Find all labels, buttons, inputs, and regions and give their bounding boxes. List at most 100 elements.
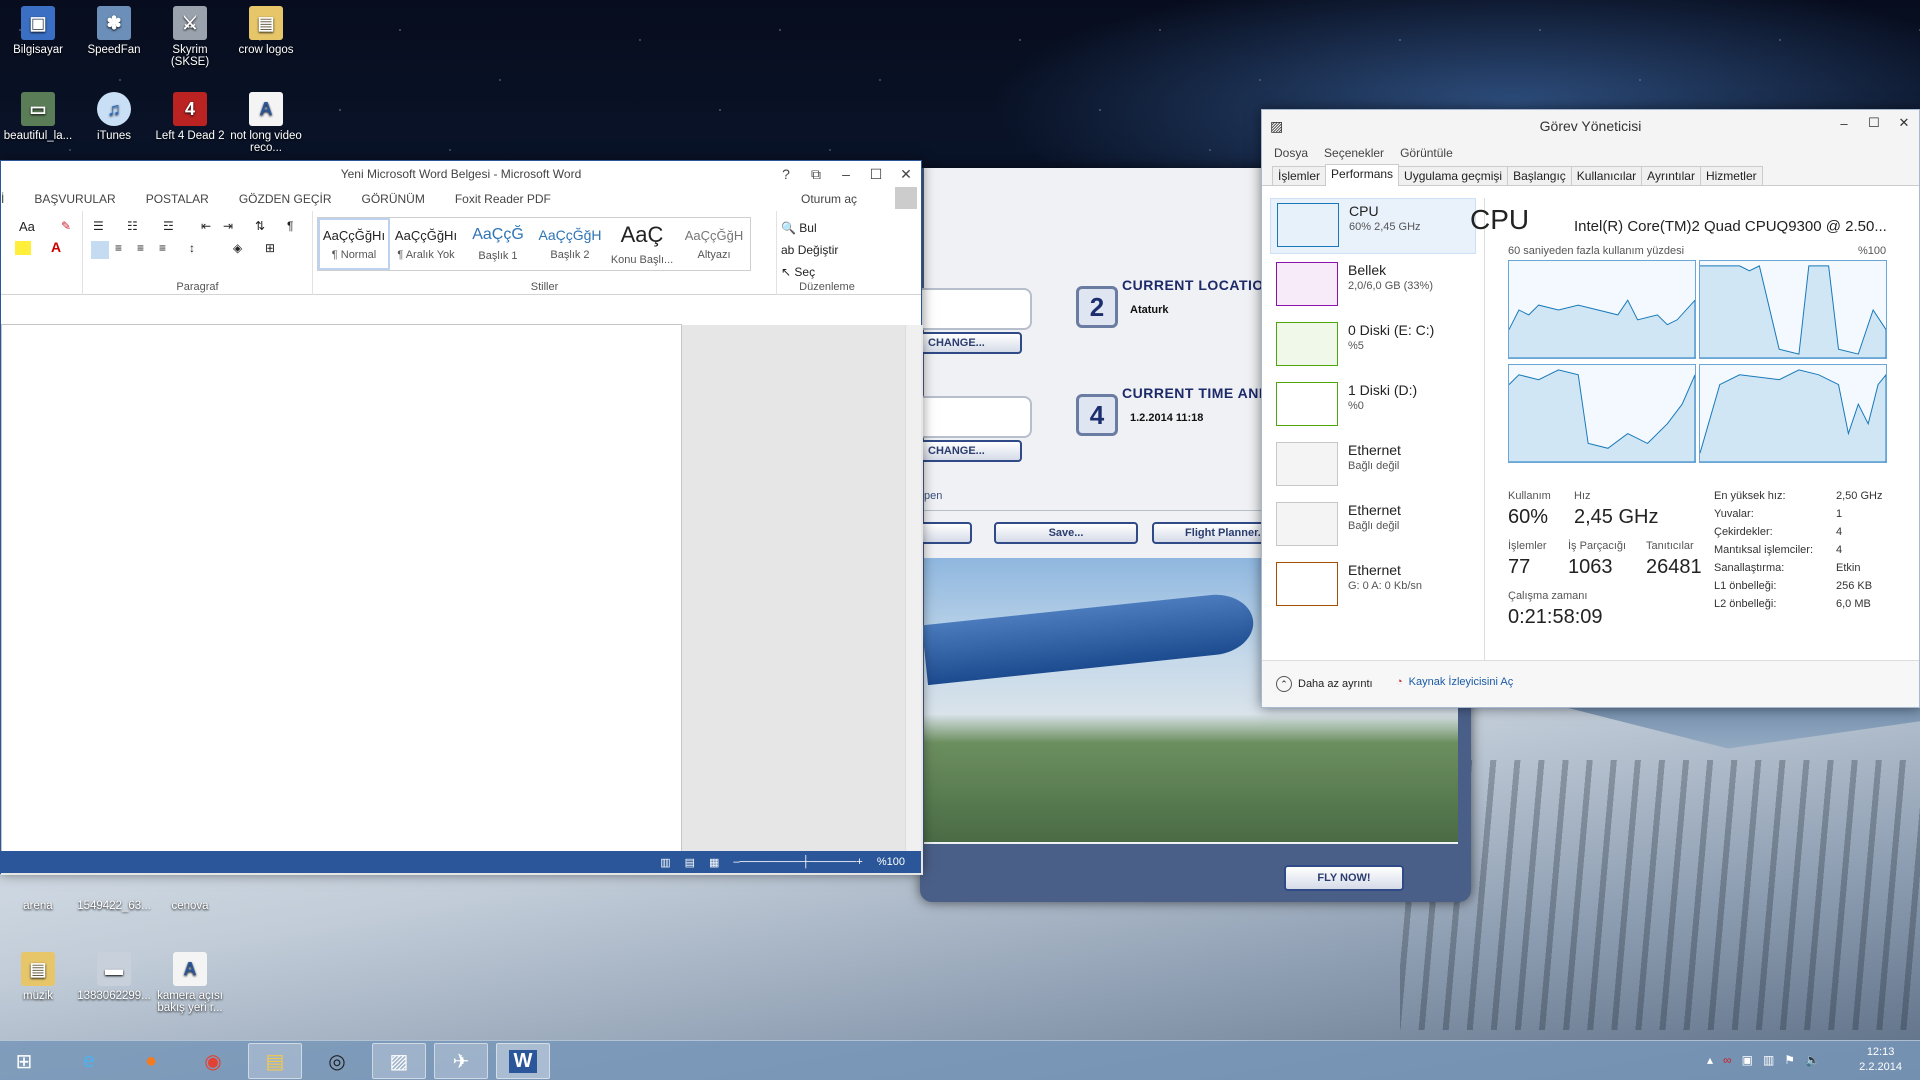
tab-startup[interactable]: Başlangıç xyxy=(1507,166,1572,185)
style-title[interactable]: AaÇ Konu Başlı... xyxy=(606,218,678,270)
clear-format-icon[interactable]: ✎ xyxy=(61,219,71,233)
taskbar-task-manager[interactable]: ▨ xyxy=(372,1043,426,1079)
select-button[interactable]: ↖ Seç xyxy=(781,261,907,283)
desktop-icon-video-doc[interactable]: Anot long video reco... xyxy=(228,92,304,154)
menu-file[interactable]: Dosya xyxy=(1274,146,1308,160)
bullets-icon[interactable]: ☰ xyxy=(93,219,104,233)
resource-disk-1[interactable]: 1 Diski (D:) %0 xyxy=(1270,378,1476,434)
desktop-icon-beautiful[interactable]: ▭ beautiful_la... xyxy=(0,92,76,142)
minimize-button[interactable]: – xyxy=(1829,110,1859,136)
help-button[interactable]: ? xyxy=(771,161,801,187)
flag-icon[interactable]: ⚑ xyxy=(1784,1053,1795,1067)
maximize-button[interactable]: ☐ xyxy=(1859,110,1889,136)
resource-cpu[interactable]: CPU 60% 2,45 GHz xyxy=(1270,198,1476,254)
tab-references[interactable]: BAŞVURULAR xyxy=(34,192,115,206)
fly-now-button[interactable]: FLY NOW! xyxy=(1284,865,1404,891)
taskbar-flight-simulator[interactable]: ✈ xyxy=(434,1043,488,1079)
taskbar-file-explorer[interactable]: ▤ xyxy=(248,1043,302,1079)
multilevel-list-icon[interactable]: ☲ xyxy=(163,219,174,233)
desktop-icon-image1383062299[interactable]: ▬ 1383062299... xyxy=(76,952,152,1002)
vertical-scrollbar[interactable] xyxy=(905,325,921,873)
tab-performance[interactable]: Performans xyxy=(1325,164,1400,186)
tray-app-icon[interactable]: ∞ xyxy=(1723,1053,1732,1067)
justify-icon[interactable]: ≡ xyxy=(159,241,166,255)
align-center-icon[interactable]: ≡ xyxy=(115,241,122,255)
avatar[interactable] xyxy=(895,187,917,209)
style-heading-1[interactable]: AaÇçĞ Başlık 1 xyxy=(462,218,534,270)
desktop-icon-skyrim[interactable]: ⚔ Skyrim (SKSE) xyxy=(152,6,228,68)
style-normal[interactable]: AaÇçĞğHı ¶ Normal xyxy=(318,218,390,270)
ribbon-display-icon[interactable]: ⧉ xyxy=(801,161,831,187)
tab-view[interactable]: GÖRÜNÜM xyxy=(362,192,425,206)
close-button[interactable]: ✕ xyxy=(891,161,921,187)
desktop-icon-itunes[interactable]: ♫ iTunes xyxy=(76,92,152,142)
line-spacing-icon[interactable]: ↕ xyxy=(189,241,195,255)
style-subtitle[interactable]: AaÇçĞğH Altyazı xyxy=(678,218,750,270)
tab-details[interactable]: Ayrıntılar xyxy=(1641,166,1701,185)
tab-partial[interactable]: İ xyxy=(1,192,4,206)
change-case-button[interactable]: Aa xyxy=(19,219,35,234)
change-button-1[interactable]: CHANGE... xyxy=(920,332,1022,354)
print-layout-icon[interactable]: ▤ xyxy=(685,856,695,869)
increase-indent-icon[interactable]: ⇥ xyxy=(223,219,233,233)
replace-button[interactable]: ab Değiştir xyxy=(781,239,907,261)
desktop-icon-computer[interactable]: ▣ Bilgisayar xyxy=(0,6,76,56)
pilcrow-icon[interactable]: ¶ xyxy=(287,219,293,233)
zoom-level[interactable]: %100 xyxy=(877,856,905,868)
resource-monitor-link[interactable]: ◔ Kaynak İzleyicisini Aç xyxy=(1396,676,1513,688)
volume-icon[interactable]: 🔈 xyxy=(1805,1053,1820,1067)
tab-mailings[interactable]: POSTALAR xyxy=(146,192,209,206)
taskbar-word[interactable]: W xyxy=(496,1043,550,1079)
minimize-button[interactable]: – xyxy=(831,161,861,187)
desktop-icon-crow-logos[interactable]: ▤ crow logos xyxy=(228,6,304,56)
numbering-icon[interactable]: ☷ xyxy=(127,219,138,233)
fewer-details-button[interactable]: ⌃ Daha az ayrıntı xyxy=(1276,676,1373,692)
desktop-icon-image1549422[interactable]: 1549422_63... xyxy=(76,900,152,912)
save-button[interactable]: Save... xyxy=(994,522,1138,544)
tab-review[interactable]: GÖZDEN GEÇİR xyxy=(239,192,332,206)
borders-icon[interactable]: ⊞ xyxy=(265,241,275,255)
change-button-2[interactable]: CHANGE... xyxy=(920,440,1022,462)
desktop-icon-speedfan[interactable]: ✽ SpeedFan xyxy=(76,6,152,56)
desktop-icon-kamera-doc[interactable]: Akamera açısı bakış yeri r... xyxy=(152,952,228,1014)
sort-icon[interactable]: ⇅ xyxy=(255,219,265,233)
desktop-icon-cenova[interactable]: cenova xyxy=(152,900,228,912)
tab-foxit[interactable]: Foxit Reader PDF xyxy=(455,192,551,206)
resource-disk-0[interactable]: 0 Diski (E: C:) %5 xyxy=(1270,318,1476,374)
close-button[interactable]: ✕ xyxy=(1889,110,1919,136)
tab-processes[interactable]: İşlemler xyxy=(1272,166,1327,185)
resource-memory[interactable]: Bellek 2,0/6,0 GB (33%) xyxy=(1270,258,1476,314)
taskbar-chrome[interactable]: ◉ xyxy=(186,1043,240,1079)
desktop-icon-muzik[interactable]: ▤ müzik xyxy=(0,952,76,1002)
find-button[interactable]: 🔍 Bul xyxy=(781,217,907,239)
shading-icon[interactable]: ◈ xyxy=(233,241,242,255)
desktop-icon-left4dead2[interactable]: 4 Left 4 Dead 2 xyxy=(152,92,228,142)
style-no-spacing[interactable]: AaÇçĞğHı ¶ Aralık Yok xyxy=(390,218,462,270)
highlight-icon[interactable] xyxy=(15,241,31,255)
resource-ethernet-2[interactable]: Ethernet Bağlı değil xyxy=(1270,498,1476,554)
document-page[interactable] xyxy=(1,324,682,872)
align-right-icon[interactable]: ≡ xyxy=(137,241,144,255)
web-layout-icon[interactable]: ▦ xyxy=(709,856,719,869)
sign-in-link[interactable]: Oturum aç xyxy=(801,192,857,206)
clock[interactable]: 12:13 2.2.2014 xyxy=(1859,1045,1902,1075)
decrease-indent-icon[interactable]: ⇤ xyxy=(201,219,211,233)
taskbar-firefox[interactable]: ● xyxy=(124,1043,178,1079)
zoom-slider[interactable]: –────────┼──────+ xyxy=(733,856,862,868)
menu-options[interactable]: Seçenekler xyxy=(1324,146,1384,160)
taskbar-media-app[interactable]: ◎ xyxy=(310,1043,364,1079)
read-mode-icon[interactable]: ▥ xyxy=(660,856,670,869)
tab-users[interactable]: Kullanıcılar xyxy=(1570,166,1643,185)
fsx-button-left[interactable] xyxy=(920,522,972,544)
tray-gpu-icon[interactable]: ▣ xyxy=(1742,1053,1753,1067)
tab-services[interactable]: Hizmetler xyxy=(1699,166,1763,185)
tray-network-icon[interactable]: ▥ xyxy=(1763,1053,1774,1067)
resource-ethernet-1[interactable]: Ethernet Bağlı değil xyxy=(1270,438,1476,494)
chevron-up-icon[interactable]: ▴ xyxy=(1707,1053,1713,1067)
open-link[interactable]: pen xyxy=(924,490,942,502)
menu-view[interactable]: Görüntüle xyxy=(1400,146,1453,160)
font-color-icon[interactable]: A xyxy=(51,239,61,255)
align-left-icon[interactable] xyxy=(91,241,109,259)
taskbar-internet-explorer[interactable]: e xyxy=(62,1043,116,1079)
maximize-button[interactable]: ☐ xyxy=(861,161,891,187)
